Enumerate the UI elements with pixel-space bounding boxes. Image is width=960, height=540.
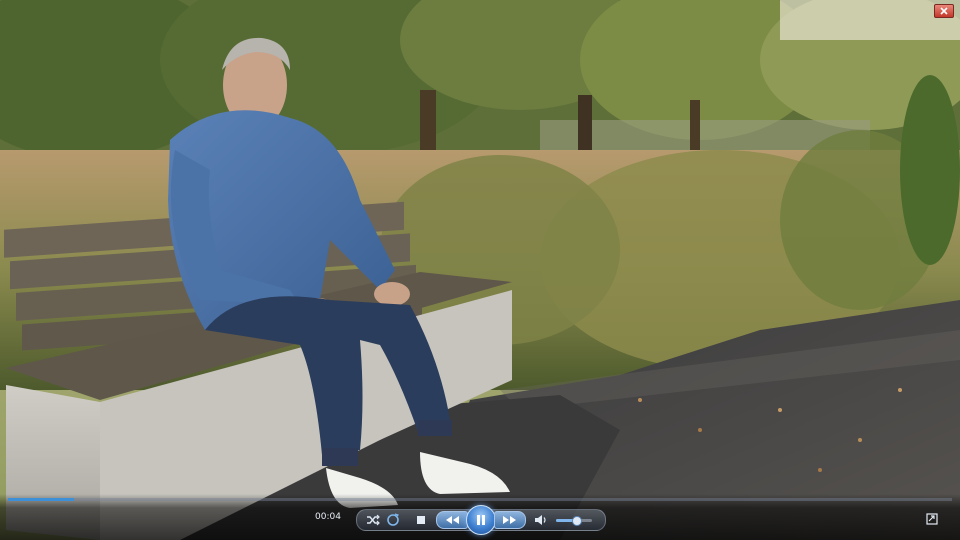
volume-slider[interactable]	[556, 516, 592, 526]
repeat-icon	[387, 513, 400, 526]
shuffle-icon	[367, 514, 380, 526]
switch-to-library-button[interactable]	[926, 513, 938, 525]
mute-button[interactable]	[534, 514, 547, 526]
volume-thumb[interactable]	[572, 516, 582, 526]
video-frame[interactable]	[0, 0, 960, 540]
pause-icon	[477, 515, 485, 525]
media-player: 00:04	[0, 0, 960, 540]
repeat-button[interactable]	[386, 513, 400, 527]
speaker-icon	[535, 515, 546, 525]
close-icon	[940, 7, 948, 15]
play-pause-button[interactable]	[466, 505, 496, 535]
previous-button[interactable]	[436, 511, 468, 529]
switch-to-library-icon	[926, 513, 938, 525]
stop-icon	[417, 516, 425, 524]
seek-progress	[8, 498, 74, 501]
previous-icon	[446, 516, 459, 524]
playback-controls: 00:04	[0, 494, 960, 540]
shuffle-button[interactable]	[366, 514, 380, 526]
close-button[interactable]	[934, 4, 954, 18]
seek-bar[interactable]	[8, 498, 952, 501]
next-button[interactable]	[494, 511, 526, 529]
elapsed-time: 00:04	[315, 512, 341, 522]
stop-button[interactable]	[416, 515, 426, 525]
next-icon	[503, 516, 516, 524]
